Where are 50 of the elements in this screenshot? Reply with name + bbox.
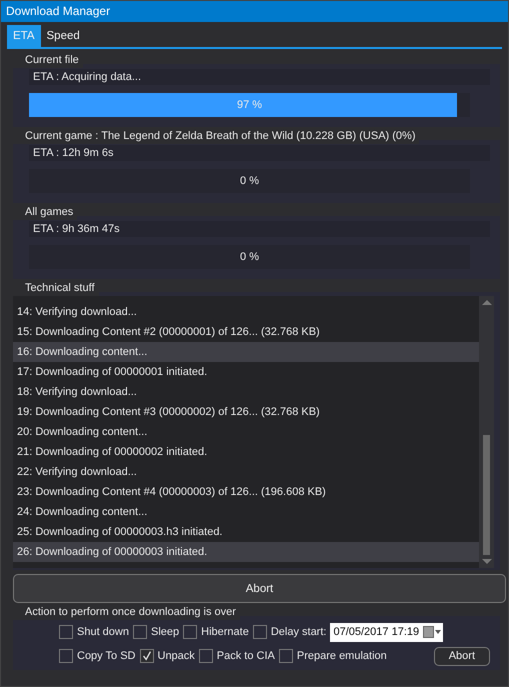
scroll-down-arrow-icon[interactable]	[482, 559, 492, 564]
checkbox-label: Pack to CIA	[216, 650, 275, 662]
group-title: Technical stuff	[13, 281, 99, 296]
log-row[interactable]: 23: Downloading Content #4 (00000003) of 126... (196.608 KB)	[13, 482, 479, 502]
checkbox-label: Hibernate	[201, 626, 249, 638]
checkbox-label: Shut down	[77, 626, 129, 638]
checkbox-label: Delay start:	[270, 626, 326, 638]
eta-label: ETA : 9h 36m 47s	[29, 221, 490, 237]
log-row[interactable]: 26: Downloading of 00000003 initiated.	[13, 542, 479, 562]
log-row[interactable]: 25: Downloading of 00000003.h3 initiated.	[13, 522, 479, 542]
eta-label: ETA : 12h 9m 6s	[29, 145, 490, 161]
group-title: Action to perform once downloading is over	[13, 605, 240, 620]
scrollbar[interactable]	[479, 296, 494, 568]
checkbox-label: Unpack	[158, 650, 195, 662]
abort-button[interactable]: Abort	[434, 646, 490, 666]
checkbox[interactable]	[278, 649, 293, 663]
checkbox[interactable]	[252, 625, 267, 639]
log-row[interactable]: 18: Verifying download...	[13, 382, 479, 402]
progress-reading: 0 %	[239, 174, 260, 189]
group-title: Current game : The Legend of Zelda Breath of the Wild (10.228 GB) (USA) (0%)	[13, 129, 420, 144]
progress-reading: 0 %	[239, 250, 260, 265]
checkbox[interactable]	[183, 625, 198, 639]
abort-button[interactable]: Abort	[13, 574, 506, 603]
date-field[interactable]: 07/05/2017 17:19	[330, 622, 444, 642]
checkbox[interactable]	[132, 625, 147, 639]
checkbox-label: Prepare emulation	[296, 650, 387, 662]
window-title: Download Manager	[1, 1, 508, 22]
log-row[interactable]: 14: Verifying download...	[13, 302, 479, 322]
checkbox[interactable]	[198, 649, 213, 663]
log-row[interactable]: 16: Downloading content...	[13, 342, 479, 362]
checkbox[interactable]	[59, 625, 73, 639]
log-row[interactable]: 17: Downloading of 00000001 initiated.	[13, 362, 479, 382]
checkbox-label: Copy To SD	[77, 650, 136, 662]
group-title: All games	[13, 205, 78, 220]
tab[interactable]: Speed	[40, 25, 86, 47]
log-row[interactable]: 22: Verifying download...	[13, 462, 479, 482]
log-row[interactable]: 15: Downloading Content #2 (00000001) of 126... (32.768 KB)	[13, 322, 479, 342]
checkbox[interactable]	[59, 649, 73, 663]
group-title: Current file	[13, 53, 83, 68]
progress-reading: 97 %	[236, 98, 264, 113]
log-row[interactable]: 21: Downloading of 00000002 initiated.	[13, 442, 479, 462]
scrollbar-thumb[interactable]	[483, 435, 490, 555]
log-row[interactable]: 24: Downloading content...	[13, 502, 479, 522]
checkbox-label: Sleep	[150, 626, 180, 638]
scroll-up-arrow-icon[interactable]	[482, 300, 492, 305]
checkbox[interactable]	[140, 649, 154, 663]
eta-label: ETA : Acquiring data...	[29, 69, 490, 85]
calendar-icon[interactable]	[423, 626, 442, 638]
log-row[interactable]: 19: Downloading Content #3 (00000002) of 126... (32.768 KB)	[13, 402, 479, 422]
log-row[interactable]: 20: Downloading content...	[13, 422, 479, 442]
